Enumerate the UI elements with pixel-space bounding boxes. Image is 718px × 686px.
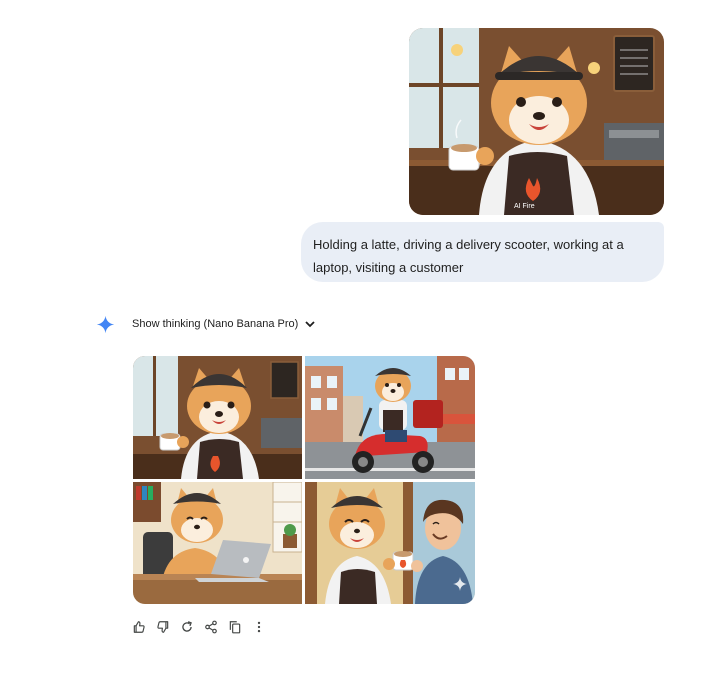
copy-icon[interactable] [227, 619, 243, 635]
show-thinking-row[interactable]: Show thinking (Nano Banana Pro) [96, 313, 316, 335]
chevron-down-icon[interactable] [304, 318, 316, 330]
more-options-icon[interactable] [251, 619, 267, 635]
gemini-spark-icon [96, 315, 115, 334]
generated-image-scooter[interactable] [305, 356, 475, 479]
regenerate-icon[interactable] [179, 619, 195, 635]
apron-logo-text: AI Fire [514, 203, 535, 210]
generated-image-customer[interactable] [305, 482, 475, 604]
thumbs-up-icon[interactable] [131, 619, 147, 635]
show-thinking-toggle[interactable]: Show thinking (Nano Banana Pro) [132, 318, 298, 330]
generated-image-laptop[interactable] [133, 482, 302, 604]
share-icon[interactable] [203, 619, 219, 635]
user-message-bubble: Holding a latte, driving a delivery scoo… [301, 222, 664, 282]
response-actions [131, 619, 275, 635]
generated-image-latte[interactable] [133, 356, 302, 479]
generated-image-grid[interactable] [133, 356, 475, 604]
user-message-text: Holding a latte, driving a delivery scoo… [313, 237, 624, 275]
user-uploaded-image[interactable]: AI Fire [409, 28, 664, 215]
thumbs-down-icon[interactable] [155, 619, 171, 635]
